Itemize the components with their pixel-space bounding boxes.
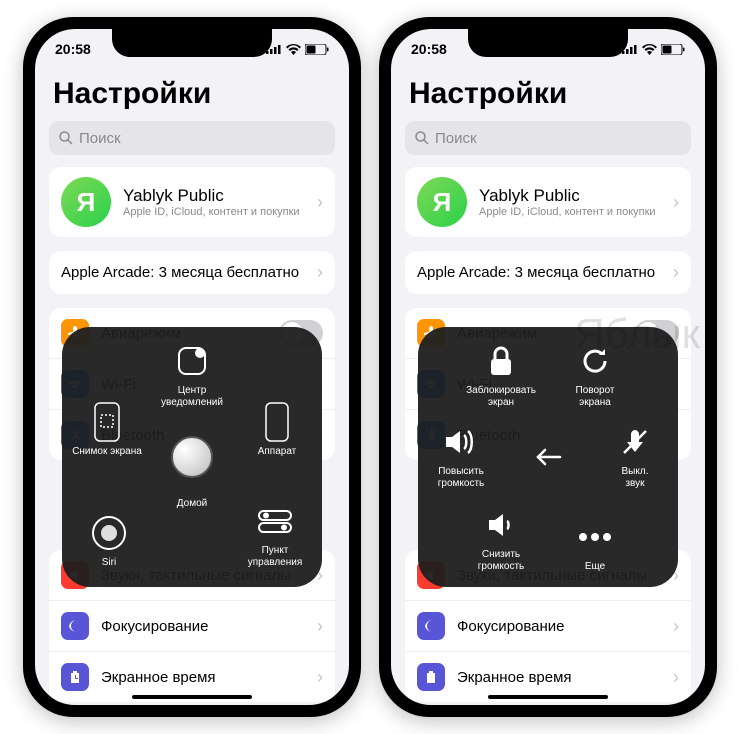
at-notification-center[interactable]: Центр уведомлений	[149, 341, 235, 409]
search-icon	[415, 131, 429, 145]
chevron-right-icon: ›	[673, 262, 679, 283]
wifi-icon	[642, 44, 657, 55]
at-volume-down[interactable]: Снизить громкость	[458, 505, 544, 573]
assistivetouch-panel[interactable]: Центр уведомлений Снимок экрана Аппарат …	[62, 327, 322, 587]
focus-icon	[417, 612, 445, 640]
home-indicator[interactable]	[132, 695, 252, 699]
status-time: 20:58	[411, 41, 447, 57]
chevron-right-icon: ›	[317, 192, 323, 213]
at-more[interactable]: Еще	[552, 517, 638, 573]
search-placeholder: Поиск	[435, 130, 477, 147]
avatar: Я	[417, 177, 467, 227]
page-title: Настройки	[35, 69, 349, 121]
home-button-icon	[171, 436, 213, 478]
at-mute[interactable]: Выкл. звук	[592, 422, 678, 490]
wifi-icon	[286, 44, 301, 55]
siri-icon	[89, 513, 129, 553]
chevron-right-icon: ›	[673, 667, 679, 688]
at-lock-screen[interactable]: Заблокировать экран	[458, 341, 544, 409]
apple-id-name: Yablyk Public	[479, 186, 656, 206]
battery-icon	[661, 44, 685, 55]
search-placeholder: Поиск	[79, 130, 121, 147]
status-time: 20:58	[55, 41, 91, 57]
device-icon	[257, 402, 297, 442]
avatar: Я	[61, 177, 111, 227]
at-home-label: Домой	[62, 498, 322, 509]
at-device[interactable]: Аппарат	[234, 402, 320, 458]
focus-row[interactable]: Фокусирование›	[49, 600, 335, 651]
battery-icon	[305, 44, 329, 55]
apple-id-sub: Apple ID, iCloud, контент и покупки	[123, 206, 300, 218]
more-icon	[575, 517, 615, 557]
rotate-icon	[575, 341, 615, 381]
at-control-center[interactable]: Пункт управления	[232, 501, 318, 569]
back-arrow-icon	[534, 447, 562, 467]
chevron-right-icon: ›	[317, 262, 323, 283]
search-icon	[59, 131, 73, 145]
assistivetouch-device-panel[interactable]: Заблокировать экран Поворот экрана Повыс…	[418, 327, 678, 587]
at-rotate[interactable]: Поворот экрана	[552, 341, 638, 409]
mute-icon	[615, 422, 655, 462]
apple-id-row[interactable]: Я Yablyk Public Apple ID, iCloud, контен…	[49, 167, 335, 237]
promo-row[interactable]: Apple Arcade: 3 месяца бесплатно ›	[49, 251, 335, 294]
apple-id-name: Yablyk Public	[123, 186, 300, 206]
chevron-right-icon: ›	[317, 667, 323, 688]
search-input[interactable]: Поиск	[405, 121, 691, 155]
phone-right: 20:58 Настройки Поиск Я Yablyk Public Ap…	[379, 17, 717, 717]
screentime-icon	[417, 663, 445, 691]
focus-icon	[61, 612, 89, 640]
at-back-button[interactable]	[525, 434, 571, 480]
chevron-right-icon: ›	[673, 616, 679, 637]
at-screenshot[interactable]: Снимок экрана	[64, 402, 150, 458]
at-siri[interactable]: Siri	[66, 513, 152, 569]
screentime-icon	[61, 663, 89, 691]
volume-down-icon	[481, 505, 521, 545]
apple-id-row[interactable]: Я Yablyk Public Apple ID, iCloud, контен…	[405, 167, 691, 237]
lock-icon	[481, 341, 521, 381]
notch	[112, 29, 272, 57]
chevron-right-icon: ›	[673, 192, 679, 213]
screenshot-icon	[87, 402, 127, 442]
at-volume-up[interactable]: Повысить громкость	[418, 422, 504, 490]
promo-label: Apple Arcade: 3 месяца бесплатно	[417, 264, 655, 281]
at-home-button[interactable]	[169, 434, 215, 480]
phone-left: 20:58 Настройки Поиск Я Yablyk Public Ap…	[23, 17, 361, 717]
chevron-right-icon: ›	[317, 616, 323, 637]
promo-label: Apple Arcade: 3 месяца бесплатно	[61, 264, 299, 281]
volume-up-icon	[441, 422, 481, 462]
search-input[interactable]: Поиск	[49, 121, 335, 155]
apple-id-sub: Apple ID, iCloud, контент и покупки	[479, 206, 656, 218]
focus-row[interactable]: Фокусирование›	[405, 600, 691, 651]
promo-row[interactable]: Apple Arcade: 3 месяца бесплатно ›	[405, 251, 691, 294]
home-indicator[interactable]	[488, 695, 608, 699]
page-title: Настройки	[391, 69, 705, 121]
notification-center-icon	[172, 341, 212, 381]
notch	[468, 29, 628, 57]
